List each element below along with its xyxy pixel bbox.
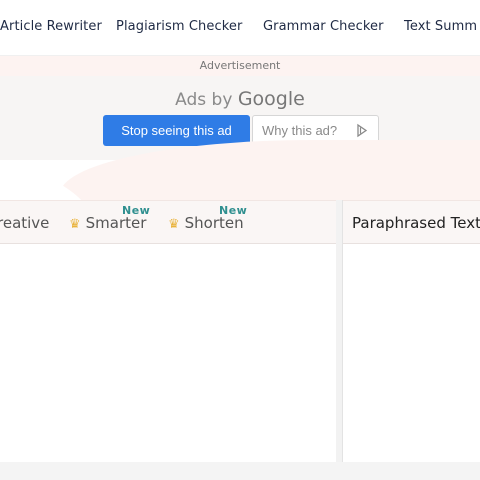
mode-shorten[interactable]: ♛ Shorten [168,214,244,232]
input-textarea[interactable] [0,244,337,462]
input-panel: reative New ♛ Smarter New ♛ Shorten [0,200,339,462]
top-nav: Article Rewriter Plagiarism Checker Gram… [0,0,480,56]
mode-creative[interactable]: reative [0,214,49,232]
ad-bottom-decoration [0,140,480,200]
stop-seeing-ad-button[interactable]: Stop seeing this ad [103,115,250,146]
decorative-swoosh [60,140,480,200]
google-logo: Google [237,88,305,110]
output-toolbar: Paraphrased Text [343,200,480,244]
ads-by-text: Ads by [175,90,233,110]
mode-toolbar: reative New ♛ Smarter New ♛ Shorten [0,200,339,244]
nav-grammar-checker[interactable]: Grammar Checker [263,19,384,34]
nav-plagiarism-checker[interactable]: Plagiarism Checker [116,19,242,34]
crown-icon: ♛ [168,217,180,232]
crown-icon: ♛ [69,217,81,232]
output-title: Paraphrased Text [352,214,480,232]
mode-shorten-label: Shorten [184,214,244,232]
nav-text-summarizer[interactable]: Text Summ [404,19,477,34]
ads-by-google: Ads by Google [0,88,480,110]
mode-creative-label: reative [0,214,50,232]
mode-smarter[interactable]: ♛ Smarter [69,214,146,232]
output-textarea[interactable] [343,244,480,462]
footer-strip [0,462,480,480]
mode-smarter-label: Smarter [85,214,147,232]
nav-article-rewriter[interactable]: Article Rewriter [0,19,102,34]
advertisement-area: Advertisement Ads by Google Stop seeing … [0,56,480,200]
why-this-ad-label: Why this ad? [262,123,338,138]
output-panel: Paraphrased Text [342,200,480,462]
advertisement-label: Advertisement [199,59,281,72]
